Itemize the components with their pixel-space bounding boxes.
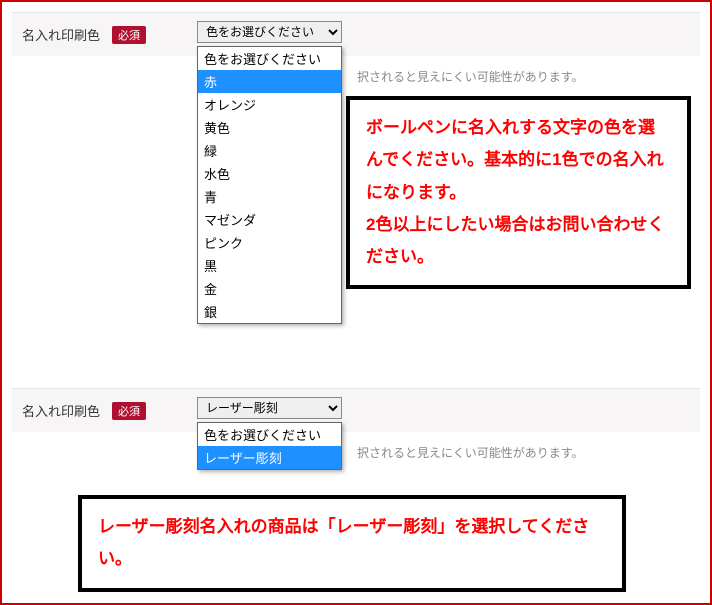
hint-text: 択されると見えにくい可能性があります。	[357, 444, 584, 461]
label-cell: 名入れ印刷色 必須	[12, 21, 187, 48]
callout-text: レーザー彫刻名入れの商品は「レーザー彫刻」を選択してください。	[98, 517, 589, 568]
field-label: 名入れ印刷色	[22, 25, 100, 44]
dropdown-item[interactable]: オレンジ	[198, 93, 341, 116]
dropdown-item[interactable]: 赤	[198, 70, 341, 93]
dropdown-item[interactable]: 水色	[198, 162, 341, 185]
print-color-select[interactable]: 色をお選びください	[197, 21, 342, 43]
dropdown-item[interactable]: マゼンダ	[198, 208, 341, 231]
form-section-color: 名入れ印刷色 必須 色をお選びください 択されると見えにくい可能性があります。 …	[12, 12, 700, 56]
hint-text: 択されると見えにくい可能性があります。	[357, 68, 584, 85]
required-badge: 必須	[112, 402, 146, 420]
dropdown-item[interactable]: 色をお選びください	[198, 423, 341, 446]
dropdown-list-colors[interactable]: 色をお選びください赤オレンジ黄色緑水色青マゼンダピンク黒金銀	[197, 46, 342, 324]
print-color-select-laser[interactable]: レーザー彫刻	[197, 397, 342, 419]
dropdown-item[interactable]: 銀	[198, 300, 341, 323]
form-row: 名入れ印刷色 必須 レーザー彫刻	[12, 388, 700, 432]
input-cell: レーザー彫刻	[187, 397, 700, 419]
callout-box-color: ボールペンに名入れする文字の色を選んでください。基本的に1色での名入れになります…	[346, 96, 691, 289]
label-cell: 名入れ印刷色 必須	[12, 397, 187, 424]
form-row: 名入れ印刷色 必須 色をお選びください	[12, 12, 700, 56]
dropdown-item[interactable]: ピンク	[198, 231, 341, 254]
required-badge: 必須	[112, 26, 146, 44]
callout-text: ボールペンに名入れする文字の色を選んでください。基本的に1色での名入れになります…	[366, 118, 664, 266]
form-section-laser: 名入れ印刷色 必須 レーザー彫刻 択されると見えにくい可能性があります。 色をお…	[12, 388, 700, 432]
dropdown-list-laser[interactable]: 色をお選びくださいレーザー彫刻	[197, 422, 342, 470]
dropdown-item[interactable]: 緑	[198, 139, 341, 162]
callout-box-laser: レーザー彫刻名入れの商品は「レーザー彫刻」を選択してください。	[78, 495, 626, 592]
dropdown-item[interactable]: 黄色	[198, 116, 341, 139]
field-label: 名入れ印刷色	[22, 401, 100, 420]
input-cell: 色をお選びください	[187, 21, 700, 43]
dropdown-item[interactable]: 青	[198, 185, 341, 208]
dropdown-item[interactable]: 色をお選びください	[198, 47, 341, 70]
dropdown-item[interactable]: 金	[198, 277, 341, 300]
dropdown-item[interactable]: レーザー彫刻	[198, 446, 341, 469]
dropdown-item[interactable]: 黒	[198, 254, 341, 277]
